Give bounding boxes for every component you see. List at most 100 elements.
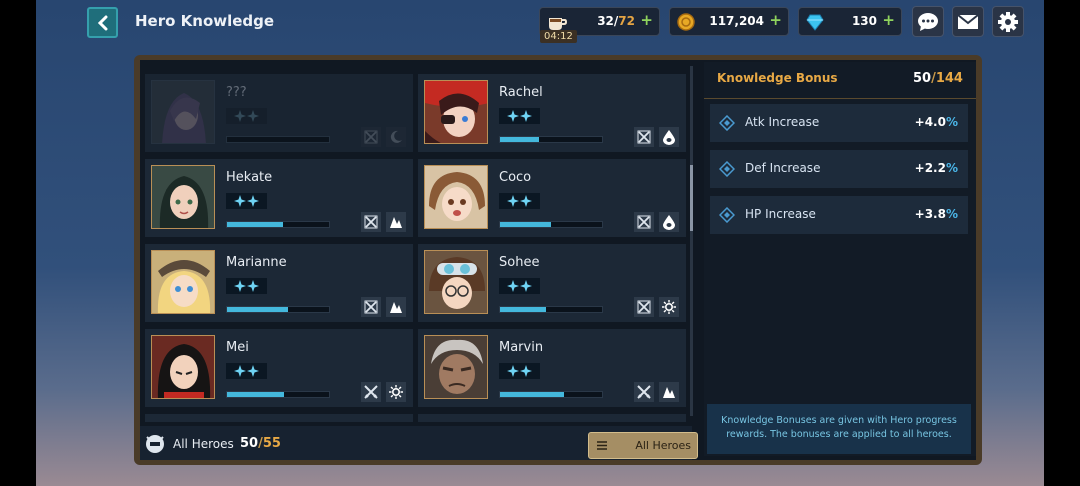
all-heroes-label: All Heroes (173, 437, 234, 451)
diamond-icon (719, 161, 735, 177)
hero-progress-bar (226, 391, 330, 398)
hero-name: Marianne (226, 255, 287, 270)
sun-icon (386, 382, 406, 402)
swords-icon (361, 382, 381, 402)
sword-crossed-icon (361, 297, 381, 317)
star-rating (226, 363, 267, 379)
earth-icon (659, 382, 679, 402)
add-gems-plus-icon[interactable]: + (882, 11, 895, 29)
hero-progress-bar (499, 391, 603, 398)
hero-card-mei[interactable]: Mei (145, 329, 413, 407)
sword-crossed-icon (361, 212, 381, 232)
hero-progress-bar (226, 136, 330, 143)
mail-button[interactable] (952, 6, 984, 37)
star-rating (499, 193, 540, 209)
star-rating (226, 278, 267, 294)
filter-label: All Heroes (635, 439, 691, 452)
gem-amount: 130 (851, 14, 877, 28)
hero-progress-bar (499, 221, 603, 228)
stat-row-atk: Atk Increase +4.0% (710, 104, 968, 142)
stat-label: Atk Increase (745, 115, 820, 129)
star-rating (226, 193, 267, 209)
hero-name: Mei (226, 340, 249, 355)
hero-name: Sohee (499, 255, 540, 270)
hero-filter-button[interactable]: All Heroes (588, 432, 698, 459)
sword-crossed-icon (634, 212, 654, 232)
hero-helmet-icon (144, 433, 166, 459)
star-rating (499, 363, 540, 379)
hero-portrait (151, 165, 215, 229)
left-letterbox (0, 0, 36, 486)
back-button[interactable] (87, 7, 118, 38)
hero-card-marvin[interactable]: Marvin (418, 329, 686, 407)
bonus-title: Knowledge Bonus (717, 71, 838, 85)
hero-list-scrollbar[interactable] (690, 66, 693, 416)
hero-name: Marvin (499, 340, 544, 355)
stat-unit: % (945, 207, 958, 221)
bonus-count: 50/144 (913, 71, 963, 86)
gold-counter[interactable]: 117,204 + (669, 7, 789, 36)
hero-card-marianne[interactable]: Marianne (145, 244, 413, 322)
gem-icon (805, 12, 825, 36)
add-gold-plus-icon[interactable]: + (769, 11, 782, 29)
star-rating (499, 278, 540, 294)
hero-card-rachel[interactable]: Rachel (418, 74, 686, 152)
stamina-max: 72 (618, 14, 635, 28)
hero-name: Hekate (226, 170, 273, 185)
chevron-left-icon (97, 15, 107, 30)
swords-icon (634, 382, 654, 402)
stat-label: Def Increase (745, 161, 821, 175)
hero-name: Coco (499, 170, 532, 185)
envelope-icon (957, 13, 979, 29)
hero-name: Rachel (499, 85, 543, 100)
settings-button[interactable] (992, 6, 1024, 37)
diamond-icon (719, 115, 735, 131)
stat-unit: % (945, 161, 958, 175)
hero-progress-bar (499, 136, 603, 143)
sword-crossed-icon (634, 297, 654, 317)
stat-unit: % (945, 115, 958, 129)
chat-button[interactable] (912, 6, 944, 37)
stamina-timer: 04:12 (540, 30, 577, 43)
hero-portrait (151, 80, 215, 144)
hero-count: 50/55 (240, 436, 281, 451)
hero-card-sohee[interactable]: Sohee (418, 244, 686, 322)
bonus-note: Knowledge Bonuses are given with Hero pr… (707, 404, 971, 454)
stat-row-hp: HP Increase +3.8% (710, 196, 968, 234)
bonus-total: 144 (935, 71, 963, 86)
hero-progress-bar (226, 221, 330, 228)
hero-progress-bar (499, 306, 603, 313)
stat-row-def: Def Increase +2.2% (710, 150, 968, 188)
gold-amount: 117,204 (709, 14, 764, 28)
earth-icon (386, 212, 406, 232)
hero-portrait (424, 165, 488, 229)
hero-card-unknown[interactable]: ??? (145, 74, 413, 152)
add-stamina-plus-icon[interactable]: + (640, 11, 653, 29)
hero-card-hekate[interactable]: Hekate (145, 159, 413, 237)
hero-progress-bar (226, 306, 330, 313)
hero-portrait (424, 335, 488, 399)
hero-list[interactable]: ??? Rachel Hekate Coco Marianne Sohee Me… (145, 62, 693, 422)
hero-portrait (151, 335, 215, 399)
hero-card-coco[interactable]: Coco (418, 159, 686, 237)
hero-count-total: 55 (262, 436, 281, 451)
moon-icon (386, 127, 406, 147)
stat-value: +4.0 (914, 115, 946, 129)
stat-value: +3.8 (914, 207, 946, 221)
gold-coin-icon (676, 12, 696, 36)
scrollbar-thumb[interactable] (690, 165, 693, 231)
water-drop-icon (659, 212, 679, 232)
hero-portrait (424, 250, 488, 314)
bonus-current: 50 (913, 71, 932, 86)
stamina-current: 32 (597, 14, 614, 28)
hero-card-partial (145, 414, 413, 422)
chat-bubble-icon (918, 12, 938, 31)
gem-counter[interactable]: 130 + (798, 7, 902, 36)
hero-portrait (424, 80, 488, 144)
hero-portrait (151, 250, 215, 314)
menu-lines-icon (597, 441, 607, 450)
sword-crossed-icon (361, 127, 381, 147)
hero-card-partial (418, 414, 686, 422)
star-rating (499, 108, 540, 124)
earth-icon (386, 297, 406, 317)
